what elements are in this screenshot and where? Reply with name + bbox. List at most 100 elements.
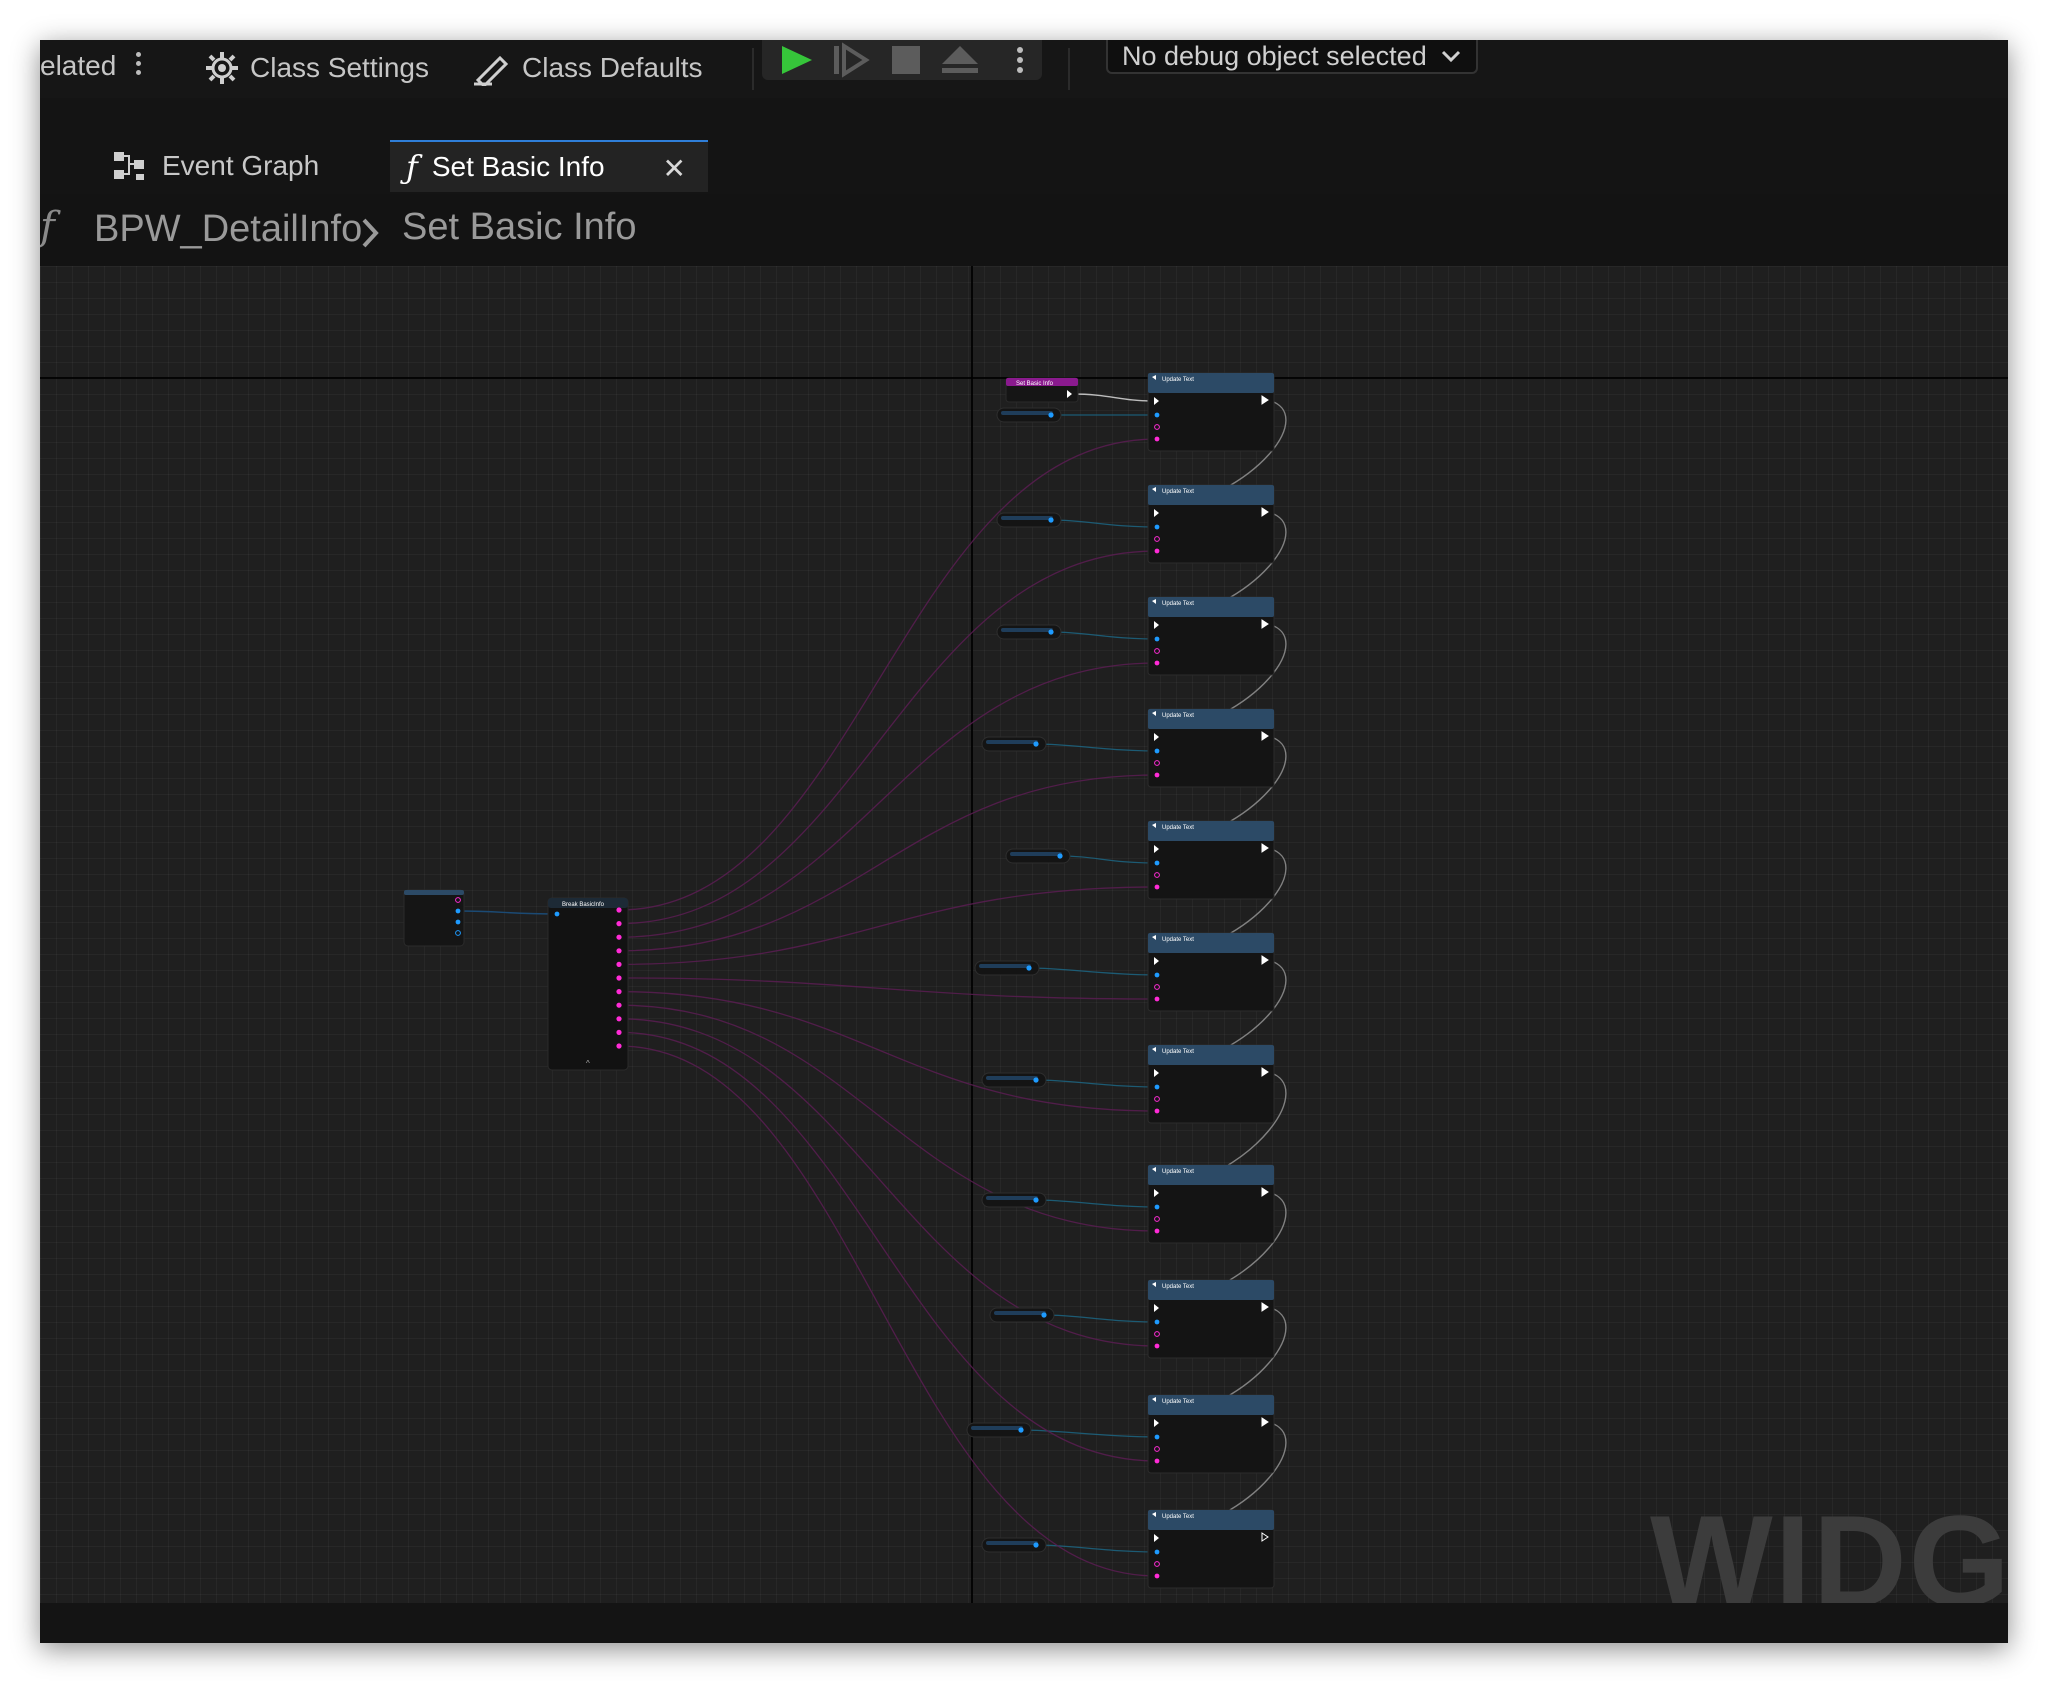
related-menu[interactable]: elated	[40, 50, 116, 82]
widget-variable-node[interactable]	[1005, 848, 1071, 864]
variable-output-pin[interactable]	[1033, 1077, 1039, 1083]
tab-set-basic-info[interactable]: ƒ Set Basic Info ✕	[390, 140, 708, 192]
target-pin[interactable]	[1154, 860, 1160, 866]
text-pin[interactable]	[1154, 1343, 1160, 1349]
struct-output-pin[interactable]	[616, 1043, 622, 1049]
text-pin[interactable]	[1154, 1108, 1160, 1114]
target-wire	[1050, 631, 1158, 640]
variable-output-pin[interactable]	[1033, 1542, 1039, 1548]
widget-variable-node[interactable]	[981, 1537, 1047, 1553]
update-text-node[interactable]: Update Text	[1147, 1509, 1275, 1589]
update-text-title: Update Text	[1162, 825, 1194, 831]
update-text-node[interactable]: Update Text	[1147, 932, 1275, 1012]
variable-header	[986, 1541, 1038, 1545]
target-pin[interactable]	[1154, 1549, 1160, 1555]
struct-output-pin[interactable]	[616, 948, 622, 954]
update-text-node[interactable]: Update Text	[1147, 1164, 1275, 1244]
break-basicinfo-node[interactable]: Break BasicInfo ^	[547, 897, 629, 1071]
target-pin[interactable]	[1154, 748, 1160, 754]
variable-output-pin[interactable]	[1041, 1312, 1047, 1318]
play-options-icon[interactable]	[1017, 47, 1023, 73]
variable-output-pin[interactable]	[1048, 412, 1054, 418]
update-text-node[interactable]: Update Text	[1147, 372, 1275, 452]
step-icon[interactable]	[834, 42, 870, 78]
struct-output-pin[interactable]	[616, 934, 622, 940]
update-text-node[interactable]: Update Text	[1147, 708, 1275, 788]
widget-variable-node[interactable]	[996, 407, 1062, 423]
eject-icon[interactable]	[942, 46, 978, 73]
function-entry-node[interactable]: Set Basic Info	[1005, 377, 1079, 403]
widget-variable-node[interactable]	[981, 736, 1047, 752]
update-text-node[interactable]: Update Text	[1147, 484, 1275, 564]
node-header	[1148, 1280, 1274, 1300]
text-pin[interactable]	[1154, 436, 1160, 442]
widget-variable-node[interactable]	[996, 624, 1062, 640]
widget-variable-node[interactable]	[966, 1422, 1032, 1438]
text-pin[interactable]	[1154, 996, 1160, 1002]
text-pin[interactable]	[1154, 660, 1160, 666]
variable-output-pin[interactable]	[1033, 741, 1039, 747]
node-header	[1148, 597, 1274, 617]
struct-output-pin[interactable]	[616, 1016, 622, 1022]
tab-event-graph[interactable]: Event Graph	[76, 140, 376, 192]
struct-output-pin[interactable]	[616, 921, 622, 927]
text-wire	[618, 977, 1158, 1000]
text-pin[interactable]	[1154, 884, 1160, 890]
update-text-node[interactable]: Update Text	[1147, 820, 1275, 900]
widget-variable-node[interactable]	[989, 1307, 1055, 1323]
play-icon[interactable]	[782, 46, 812, 74]
target-wire	[1020, 1429, 1158, 1438]
variable-output-pin[interactable]	[1057, 853, 1063, 859]
widget-variable-node[interactable]	[974, 960, 1040, 976]
struct-output-pin[interactable]	[616, 1002, 622, 1008]
struct-output-pin[interactable]	[616, 907, 622, 913]
text-pin[interactable]	[1154, 1458, 1160, 1464]
widget-variable-node[interactable]	[981, 1072, 1047, 1088]
widget-variable-node[interactable]	[996, 512, 1062, 528]
text-pin[interactable]	[1154, 1573, 1160, 1579]
variable-output-pin[interactable]	[1048, 517, 1054, 523]
debug-object-dropdown[interactable]: No debug object selected	[1106, 40, 1478, 74]
graph-canvas[interactable]: Set Basic Info Break BasicInfo ^ Update …	[40, 266, 2008, 1643]
target-pin[interactable]	[1154, 412, 1160, 418]
target-pin[interactable]	[1154, 1084, 1160, 1090]
text-pin[interactable]	[1154, 1228, 1160, 1234]
target-pin[interactable]	[1154, 524, 1160, 530]
related-options-icon[interactable]	[136, 48, 142, 79]
text-pin[interactable]	[1154, 548, 1160, 554]
node-header	[1148, 709, 1274, 729]
node-header	[1148, 821, 1274, 841]
target-pin[interactable]	[1154, 636, 1160, 642]
target-pin[interactable]	[1154, 1434, 1160, 1440]
variable-output-pin[interactable]	[1048, 629, 1054, 635]
struct-output-pin[interactable]	[616, 961, 622, 968]
class-defaults-button[interactable]: Class Defaults	[472, 50, 703, 86]
expand-caret-icon[interactable]: ^	[586, 1059, 590, 1068]
variable-output-pin[interactable]	[1026, 965, 1032, 971]
widget-variable-node[interactable]	[981, 1192, 1047, 1208]
function-entry-title: Set Basic Info	[1016, 381, 1054, 387]
target-pin[interactable]	[1154, 1204, 1160, 1210]
struct-output-pin[interactable]	[616, 975, 622, 981]
class-settings-button[interactable]: Class Settings	[204, 50, 429, 86]
target-pin[interactable]	[1154, 972, 1160, 978]
update-text-node[interactable]: Update Text	[1147, 1279, 1275, 1359]
struct-output-pin[interactable]	[616, 989, 622, 995]
variable-output-pin[interactable]	[1033, 1197, 1039, 1203]
variable-header	[986, 1196, 1038, 1200]
close-icon[interactable]: ✕	[663, 152, 686, 185]
update-text-node[interactable]: Update Text	[1147, 1394, 1275, 1474]
update-text-title: Update Text	[1162, 1169, 1194, 1175]
target-pin[interactable]	[1154, 1319, 1160, 1325]
update-text-node[interactable]: Update Text	[1147, 596, 1275, 676]
variable-output-pin[interactable]	[1018, 1427, 1024, 1433]
stop-icon[interactable]	[892, 46, 920, 74]
text-pin[interactable]	[1154, 772, 1160, 778]
make-struct-node[interactable]	[403, 889, 465, 947]
target-wire	[1043, 1314, 1158, 1323]
breadcrumb-root[interactable]: BPW_DetailInfo	[94, 208, 362, 251]
update-text-title: Update Text	[1162, 713, 1194, 719]
struct-output-pin[interactable]	[616, 1029, 622, 1035]
update-text-title: Update Text	[1162, 489, 1194, 495]
update-text-node[interactable]: Update Text	[1147, 1044, 1275, 1124]
